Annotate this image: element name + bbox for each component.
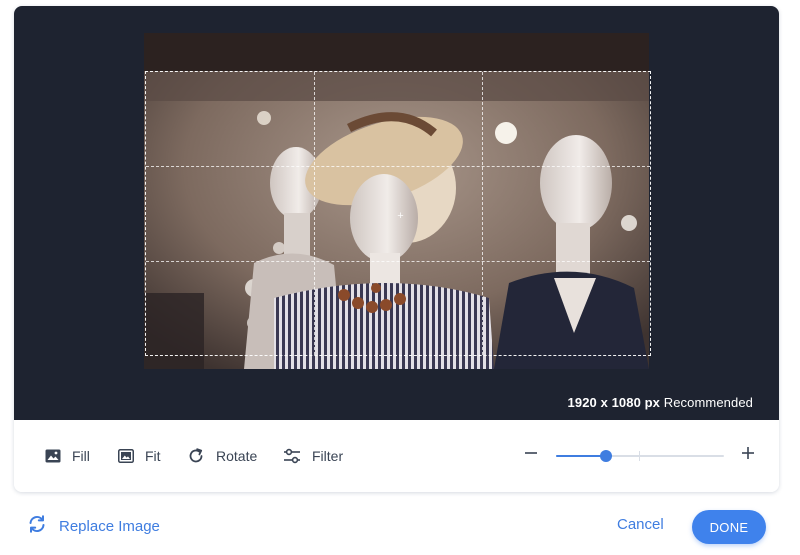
crop-grid-line	[146, 166, 650, 167]
zoom-in-button[interactable]	[737, 444, 759, 466]
crop-box[interactable]: +	[145, 71, 651, 356]
resolution-hint: 1920 x 1080 px Recommended	[568, 395, 753, 410]
plus-icon	[741, 446, 755, 465]
sliders-icon	[283, 448, 301, 464]
fill-label: Fill	[72, 448, 90, 464]
rotate-icon	[187, 447, 205, 465]
image-stage: + 1920 x 1080 px Recommended	[14, 6, 779, 420]
rotate-label: Rotate	[216, 448, 258, 464]
editor-toolbar: Fill Fit Rotate Filter	[14, 420, 779, 492]
zoom-slider-fill	[556, 455, 607, 457]
refresh-icon	[27, 514, 47, 538]
rotate-button[interactable]: Rotate	[187, 445, 257, 467]
crop-grid-line	[314, 72, 315, 355]
image-fit-icon	[118, 449, 134, 463]
image-fill-icon	[45, 449, 61, 463]
replace-image-button[interactable]: Replace Image	[27, 515, 160, 537]
crop-grid-line	[482, 72, 483, 355]
zoom-slider-tick	[639, 451, 640, 461]
fill-button[interactable]: Fill	[45, 445, 90, 467]
zoom-slider-thumb[interactable]	[600, 450, 613, 462]
crop-grid-line	[146, 261, 650, 262]
cancel-button[interactable]: Cancel	[617, 516, 664, 533]
fit-button[interactable]: Fit	[118, 445, 161, 467]
fit-label: Fit	[145, 448, 161, 464]
done-button[interactable]: DONE	[692, 510, 766, 544]
zoom-out-button[interactable]	[520, 444, 542, 466]
crop-center-icon: +	[397, 210, 404, 222]
image-editor-card: + 1920 x 1080 px Recommended Fill Fit Ro…	[14, 6, 779, 492]
resolution-note: Recommended	[663, 395, 753, 410]
minus-icon	[524, 446, 538, 465]
zoom-slider[interactable]	[556, 448, 724, 464]
resolution-value: 1920 x 1080 px	[567, 395, 661, 410]
filter-button[interactable]: Filter	[283, 445, 343, 467]
replace-image-label: Replace Image	[59, 517, 160, 535]
filter-label: Filter	[312, 448, 344, 464]
